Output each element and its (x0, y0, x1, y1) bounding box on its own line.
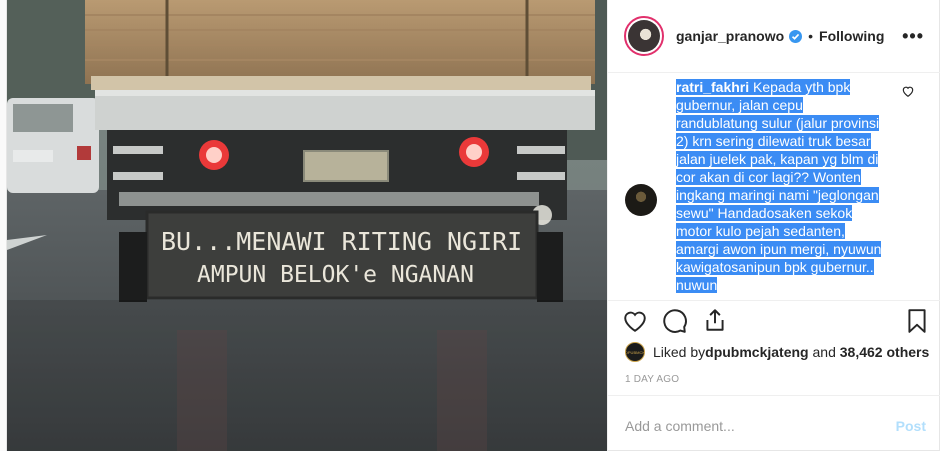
more-options-icon[interactable]: ••• (902, 26, 924, 47)
instagram-post: BU...MENAWI RITING NGIRI AMPUN BELOK'e N… (6, 0, 940, 451)
comment: ratri_fakhri Kepada yth bpk gubernur, ja… (676, 78, 888, 294)
liker-avatar[interactable]: DPUBMCK (625, 342, 645, 362)
likes-summary: DPUBMCK Liked by dpubmckjateng and 38,46… (625, 342, 929, 362)
comments-section: ratri_fakhri Kepada yth bpk gubernur, ja… (608, 74, 940, 300)
post-actions (608, 300, 940, 340)
share-icon[interactable] (702, 307, 728, 333)
comment-bubble-icon[interactable] (662, 308, 688, 334)
comment-line: kawigatosanipun bpk gubernur.. (676, 259, 874, 275)
post-timestamp[interactable]: 1 DAY AGO (625, 374, 679, 385)
commenter-avatar[interactable] (625, 184, 657, 216)
following-button[interactable]: Following (819, 28, 884, 44)
comment-like-heart-icon[interactable] (901, 84, 915, 98)
comment-line: nuwun (676, 277, 718, 293)
verified-badge-icon (789, 29, 803, 43)
sign-text-line-2: AMPUN BELOK'e NGANAN (197, 262, 474, 288)
truck-photo-illustration: BU...MENAWI RITING NGIRI AMPUN BELOK'e N… (7, 0, 607, 451)
liker-username[interactable]: dpubmckjateng (705, 344, 808, 360)
author-avatar[interactable] (624, 16, 664, 56)
comment-line: cor akan di cor lagi?? Wonten (676, 169, 861, 185)
comment-line: randublatung sulur (jalur provinsi (676, 115, 880, 131)
comment-line: motor kulo pejah sedanten, (676, 223, 845, 239)
likes-prefix: Liked by (653, 344, 706, 360)
add-comment-bar: Add a comment... Post (608, 395, 940, 451)
comment-line: amargi awon ipun mergi, nyuwun (676, 241, 882, 257)
sign-text-line-1: BU...MENAWI RITING NGIRI (161, 227, 522, 256)
post-comment-button[interactable]: Post (896, 418, 926, 434)
post-sidebar: ganjar_pranowo • Following ••• ratri_fak… (607, 0, 940, 451)
comment-line: sewu" Handadosaken sekok (676, 205, 853, 221)
comment-line: jalan juelek pak, kapan yg blm di (676, 151, 879, 167)
likes-middle: and (808, 344, 840, 360)
like-heart-icon[interactable] (622, 308, 648, 334)
add-comment-input[interactable]: Add a comment... (625, 418, 735, 434)
comment-line: Kepada yth bpk (749, 79, 851, 95)
comment-line: ingkang maringi nami "jeglongan (676, 187, 879, 203)
author-username[interactable]: ganjar_pranowo (676, 28, 784, 44)
likes-count[interactable]: 38,462 others (840, 344, 930, 360)
post-photo[interactable]: BU...MENAWI RITING NGIRI AMPUN BELOK'e N… (7, 0, 607, 451)
header-separator: • (808, 28, 814, 44)
comment-line: 2) krn sering dilewati truk besar (676, 133, 871, 149)
save-bookmark-icon[interactable] (904, 308, 930, 334)
comment-line: gubernur, jalan cepu (676, 97, 803, 113)
commenter-username[interactable]: ratri_fakhri (676, 79, 750, 95)
post-header: ganjar_pranowo • Following ••• (608, 0, 940, 73)
